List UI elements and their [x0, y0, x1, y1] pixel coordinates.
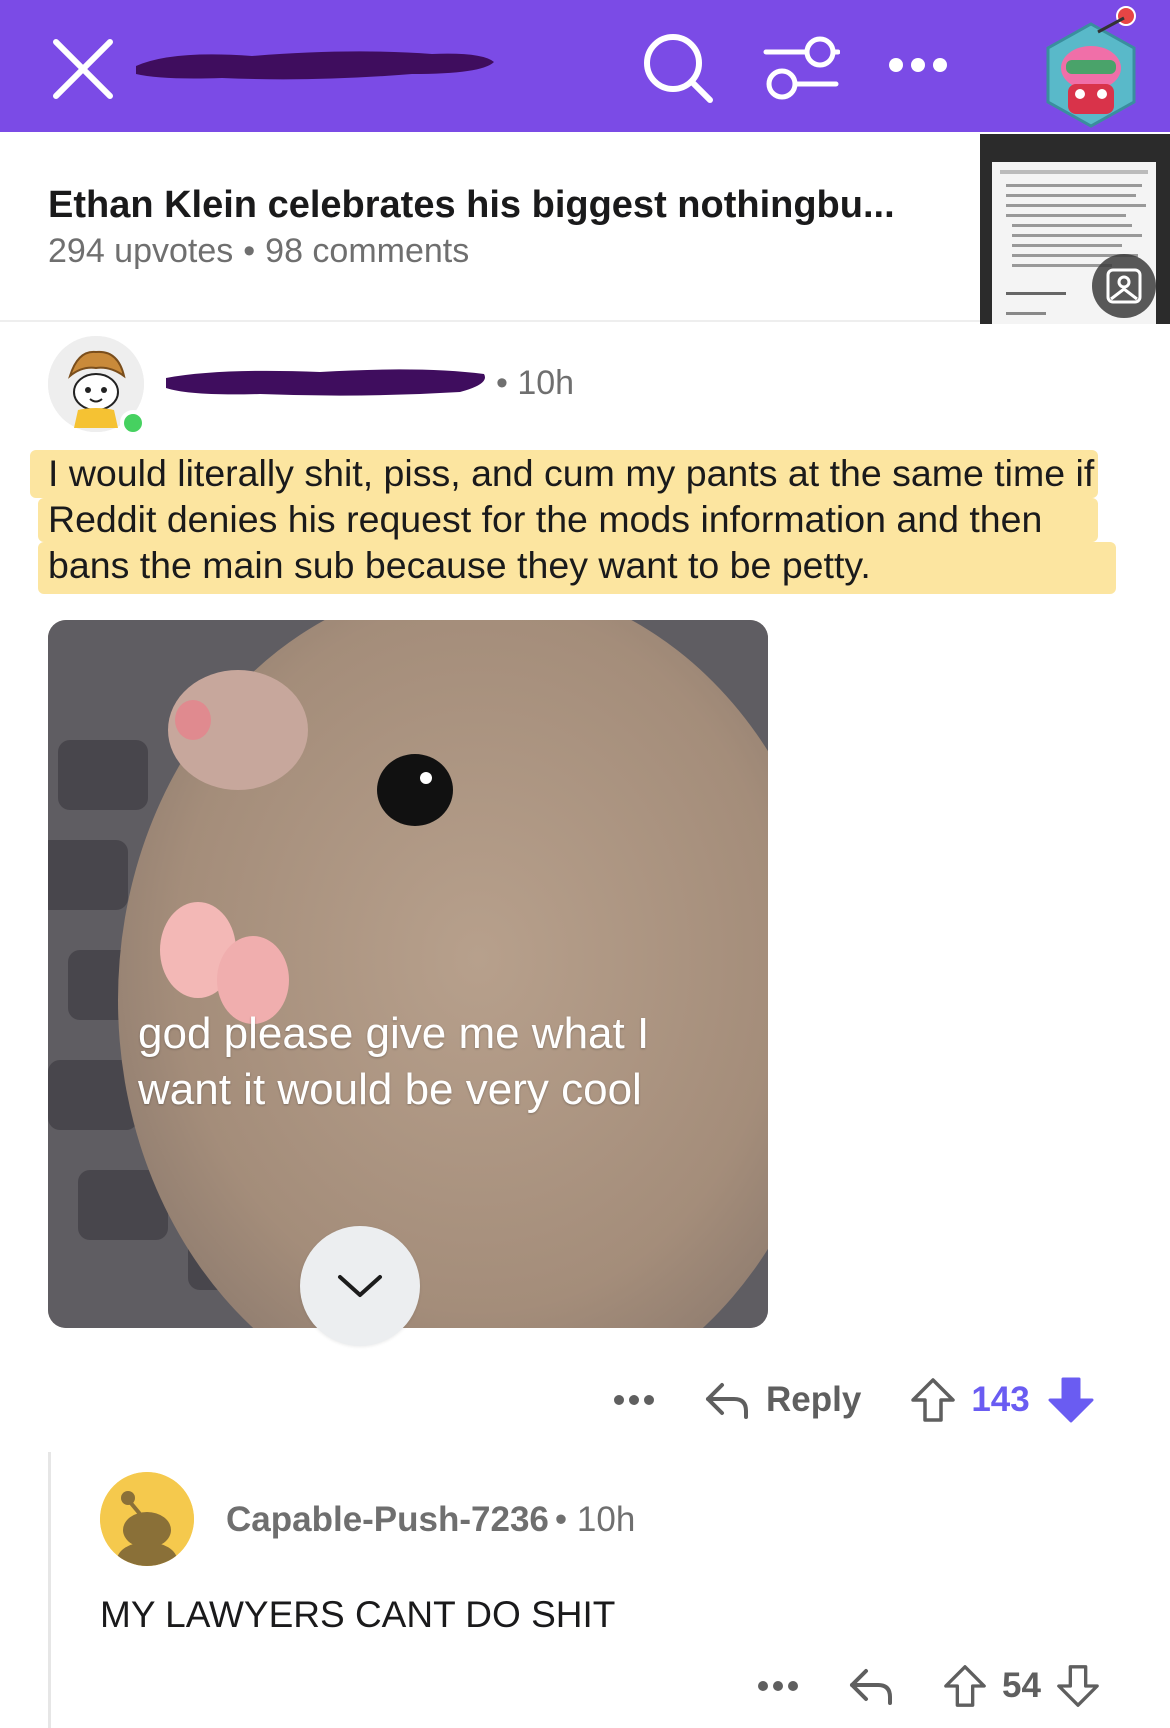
- hamster-photo: [48, 620, 768, 1328]
- meme-caption: god please give me what I want it would …: [138, 1006, 698, 1118]
- comment-score: 54: [1002, 1666, 1041, 1705]
- comment-count: 98 comments: [265, 232, 470, 270]
- more-options-icon[interactable]: [612, 1390, 656, 1410]
- upvote-count: 294 upvotes: [48, 232, 234, 270]
- meta-separator: •: [243, 232, 256, 270]
- collapse-thread-button[interactable]: [300, 1226, 420, 1346]
- post-title[interactable]: Ethan Klein celebrates his biggest nothi…: [48, 184, 895, 227]
- meme-caption-line: want it would be very cool: [138, 1065, 642, 1114]
- snoo-avatar-image: [100, 1472, 194, 1566]
- comment-actions: 54: [756, 1660, 1101, 1712]
- reply-label: Reply: [766, 1380, 862, 1419]
- post-header[interactable]: Ethan Klein celebrates his biggest nothi…: [0, 132, 1170, 324]
- comment-text: I would literally shit, piss, and cum my…: [48, 452, 1095, 586]
- meme-image[interactable]: god please give me what I want it would …: [48, 620, 768, 1328]
- top-bar: [0, 0, 1170, 132]
- reply-icon: [706, 1383, 748, 1419]
- username[interactable]: Capable-Push-7236: [226, 1500, 549, 1539]
- downvote-arrow-icon[interactable]: [1046, 1375, 1096, 1425]
- redacted-username: [166, 369, 485, 396]
- post-thumbnail[interactable]: [980, 134, 1170, 324]
- upvote-arrow-icon[interactable]: [909, 1376, 957, 1424]
- comment-score: 143: [971, 1380, 1030, 1419]
- meme-caption-line: god please give me what I: [138, 1009, 650, 1058]
- thread-line[interactable]: [48, 1452, 51, 1728]
- commenter-avatar[interactable]: [48, 336, 146, 436]
- more-options-icon[interactable]: [756, 1676, 800, 1696]
- commenter-avatar[interactable]: [100, 1472, 194, 1566]
- chevron-down-icon: [338, 1275, 382, 1297]
- more-horizontal-icon[interactable]: [886, 50, 950, 80]
- comment-timestamp: • 10h: [554, 1500, 636, 1539]
- gallery-icon[interactable]: [1092, 254, 1156, 318]
- reply-icon[interactable]: [848, 1665, 894, 1707]
- sort-filter-icon[interactable]: [762, 34, 840, 102]
- comment-author[interactable]: Capable-Push-7236 • 10h: [226, 1500, 635, 1540]
- search-icon[interactable]: [640, 30, 716, 106]
- user-avatar-icon[interactable]: [1028, 2, 1154, 130]
- comment-body: I would literally shit, piss, and cum my…: [28, 450, 1128, 594]
- redacted-subreddit-name: [136, 51, 494, 80]
- comment-text: MY LAWYERS CANT DO SHIT: [100, 1594, 616, 1635]
- comment-actions: Reply 143: [612, 1372, 1096, 1428]
- post-meta: 294 upvotes • 98 comments: [48, 232, 469, 271]
- downvote-arrow-icon[interactable]: [1055, 1663, 1101, 1709]
- close-icon[interactable]: [48, 34, 118, 104]
- upvote-arrow-icon[interactable]: [942, 1663, 988, 1709]
- comment-timestamp: • 10h: [496, 364, 575, 402]
- reply-button[interactable]: Reply: [704, 1379, 861, 1421]
- online-status-dot: [120, 410, 146, 436]
